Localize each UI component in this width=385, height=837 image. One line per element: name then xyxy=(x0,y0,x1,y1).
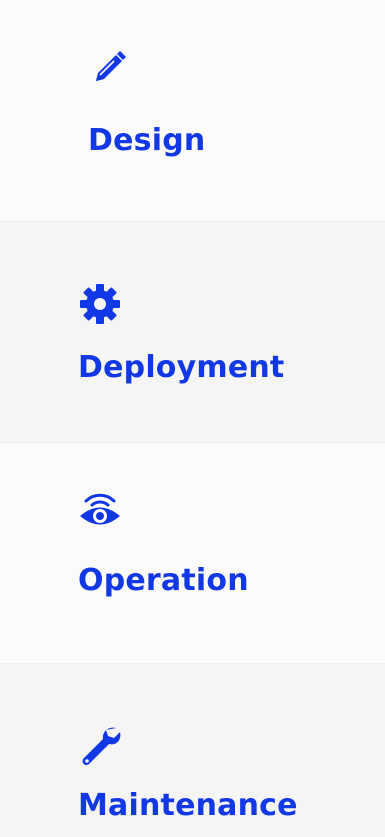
item-label: Maintenance xyxy=(78,788,298,823)
pencil-icon xyxy=(86,47,130,91)
list-item-design[interactable]: Design xyxy=(0,0,385,221)
item-label: Design xyxy=(88,123,206,158)
lifecycle-list: Design Deployment Operation Maintenance xyxy=(0,0,385,837)
item-label: Operation xyxy=(78,563,249,598)
list-item-operation[interactable]: Operation xyxy=(0,442,385,663)
item-label: Deployment xyxy=(78,350,285,385)
wrench-icon xyxy=(78,724,122,768)
list-item-deployment[interactable]: Deployment xyxy=(0,221,385,442)
gear-icon xyxy=(78,282,122,326)
list-item-maintenance[interactable]: Maintenance xyxy=(0,663,385,837)
eye-broadcast-icon xyxy=(78,485,122,529)
